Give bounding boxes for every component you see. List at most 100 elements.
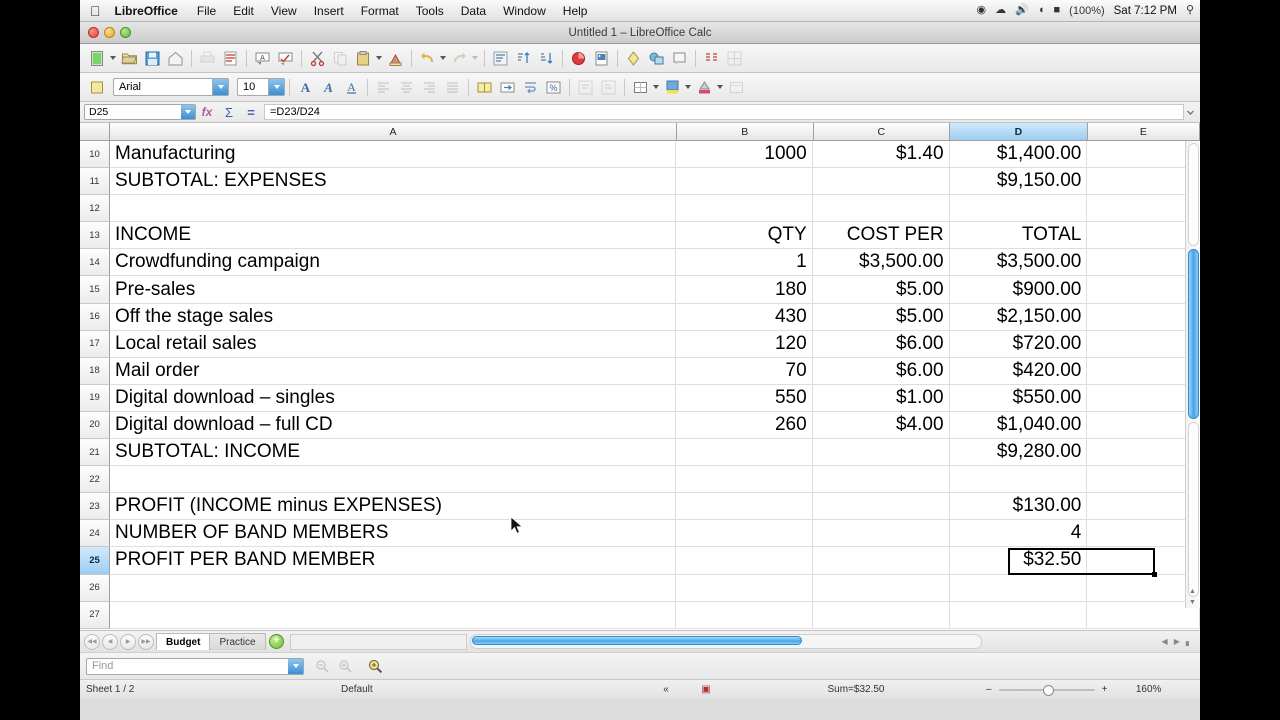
cell-C10[interactable]: $1.40 bbox=[813, 141, 950, 167]
cell-D23[interactable]: $130.00 bbox=[950, 493, 1088, 519]
row-header-12[interactable]: 12 bbox=[80, 195, 110, 222]
table-row[interactable]: Mail order70$6.00$420.00 bbox=[110, 358, 1200, 385]
table-row[interactable]: PROFIT PER BAND MEMBER$32.50 bbox=[110, 547, 1200, 574]
cell-D27[interactable] bbox=[950, 602, 1088, 628]
format-as-currency-icon[interactable]: % bbox=[543, 77, 564, 98]
scroll-down-arrow-icon[interactable]: ▼ bbox=[1185, 597, 1200, 608]
table-row[interactable]: Digital download – singles550$1.00$550.0… bbox=[110, 385, 1200, 412]
borders-icon[interactable] bbox=[630, 77, 651, 98]
cell-A10[interactable]: Manufacturing bbox=[110, 141, 676, 167]
menu-clock[interactable]: Sat 7:12 PM bbox=[1114, 5, 1177, 17]
insert-special-character-icon[interactable] bbox=[623, 48, 644, 69]
cell-A24[interactable]: NUMBER OF BAND MEMBERS bbox=[110, 520, 676, 546]
spelling-icon[interactable]: A bbox=[252, 48, 273, 69]
cell-B14[interactable]: 1 bbox=[676, 249, 813, 275]
background-color-icon[interactable] bbox=[662, 77, 683, 98]
menu-view[interactable]: View bbox=[271, 5, 297, 17]
apple-logo-icon[interactable]:  bbox=[90, 4, 101, 18]
scroll-track-above[interactable] bbox=[1188, 143, 1199, 246]
cell-A11[interactable]: SUBTOTAL: EXPENSES bbox=[110, 168, 676, 194]
cell-A23[interactable]: PROFIT (INCOME minus EXPENSES) bbox=[110, 493, 676, 519]
hyperlink-icon[interactable] bbox=[646, 48, 667, 69]
cell-E19[interactable] bbox=[1087, 385, 1200, 411]
cell-D20[interactable]: $1,040.00 bbox=[950, 412, 1088, 438]
sort-icon[interactable] bbox=[490, 48, 511, 69]
cell-B12[interactable] bbox=[676, 195, 813, 221]
cell-A12[interactable] bbox=[110, 195, 676, 221]
formula-input-line[interactable]: =D23/D24 bbox=[264, 104, 1184, 120]
cell-D12[interactable] bbox=[950, 195, 1088, 221]
selection-mode-icon[interactable]: « bbox=[646, 680, 686, 699]
open-icon[interactable] bbox=[119, 48, 140, 69]
row-header-21[interactable]: 21 bbox=[80, 439, 110, 466]
indent-increase-icon[interactable] bbox=[575, 77, 596, 98]
cell-C27[interactable] bbox=[813, 602, 950, 628]
row-header-10[interactable]: 10 bbox=[80, 141, 110, 168]
column-header-e[interactable]: E bbox=[1088, 123, 1200, 141]
cell-E13[interactable] bbox=[1087, 222, 1200, 248]
italic-icon[interactable]: A bbox=[318, 77, 339, 98]
cell-A19[interactable]: Digital download – singles bbox=[110, 385, 676, 411]
first-sheet-button[interactable]: ◀◀ bbox=[84, 634, 100, 650]
scroll-up-arrow-icon[interactable]: ▲ bbox=[1185, 586, 1200, 597]
table-row[interactable]: PROFIT (INCOME minus EXPENSES) $130.00 bbox=[110, 493, 1200, 520]
cell-B16[interactable]: 430 bbox=[676, 304, 813, 330]
cell-E24[interactable] bbox=[1087, 520, 1200, 546]
cell-B19[interactable]: 550 bbox=[676, 385, 813, 411]
cell-B15[interactable]: 180 bbox=[676, 276, 813, 302]
menu-file[interactable]: File bbox=[197, 5, 216, 17]
merge-cells-icon[interactable] bbox=[474, 77, 495, 98]
cell-B20[interactable]: 260 bbox=[676, 412, 813, 438]
cell-B25[interactable] bbox=[676, 547, 813, 573]
insert-image-icon[interactable] bbox=[591, 48, 612, 69]
split-handle-icon[interactable]: ▖ bbox=[1186, 637, 1192, 646]
fill-handle[interactable] bbox=[1152, 572, 1157, 577]
font-size-dropdown-icon[interactable] bbox=[268, 79, 284, 95]
sheet-tab-practice[interactable]: Practice bbox=[209, 633, 265, 650]
cell-B23[interactable] bbox=[676, 493, 813, 519]
cell-E12[interactable] bbox=[1087, 195, 1200, 221]
conditional-formatting-icon[interactable] bbox=[726, 77, 747, 98]
wrap-text-icon[interactable] bbox=[520, 77, 541, 98]
save-icon[interactable] bbox=[142, 48, 163, 69]
next-sheet-button[interactable]: ▶ bbox=[120, 634, 136, 650]
cell-A14[interactable]: Crowdfunding campaign bbox=[110, 249, 676, 275]
cell-C26[interactable] bbox=[813, 575, 950, 601]
cell-D19[interactable]: $550.00 bbox=[950, 385, 1088, 411]
table-row[interactable]: INCOMEQTYCOST PERTOTAL bbox=[110, 222, 1200, 249]
undo-icon[interactable] bbox=[417, 48, 438, 69]
cell-E14[interactable] bbox=[1087, 249, 1200, 275]
row-header-22[interactable]: 22 bbox=[80, 466, 110, 493]
vertical-scroll-thumb[interactable] bbox=[1188, 249, 1199, 419]
undo-dropdown-icon[interactable] bbox=[440, 56, 446, 60]
find-input[interactable] bbox=[87, 659, 288, 673]
cell-C19[interactable]: $1.00 bbox=[813, 385, 950, 411]
cell-D22[interactable] bbox=[950, 466, 1088, 492]
column-header-a[interactable]: A bbox=[110, 123, 677, 141]
zoom-out-button[interactable]: – bbox=[986, 680, 992, 699]
row-header-25[interactable]: 25 bbox=[80, 547, 110, 574]
cell-C21[interactable] bbox=[813, 439, 950, 465]
cell-E27[interactable] bbox=[1087, 602, 1200, 628]
font-name-combo[interactable]: Arial bbox=[113, 78, 229, 96]
cell-B13[interactable]: QTY bbox=[676, 222, 813, 248]
cell-A18[interactable]: Mail order bbox=[110, 358, 676, 384]
cell-A16[interactable]: Off the stage sales bbox=[110, 304, 676, 330]
sum-icon[interactable]: Σ bbox=[218, 105, 240, 120]
formula-equals-icon[interactable]: = bbox=[240, 105, 262, 120]
menu-tools[interactable]: Tools bbox=[416, 5, 444, 17]
bold-icon[interactable]: A bbox=[295, 77, 316, 98]
column-header-b[interactable]: B bbox=[677, 123, 814, 141]
cell-E20[interactable] bbox=[1087, 412, 1200, 438]
export-pdf-icon[interactable] bbox=[165, 48, 186, 69]
cell-C25[interactable] bbox=[813, 547, 950, 573]
row-header-19[interactable]: 19 bbox=[80, 385, 110, 412]
scroll-left-arrow-icon[interactable]: ◀ bbox=[1162, 637, 1168, 646]
background-color-dropdown-icon[interactable] bbox=[685, 85, 691, 89]
font-color-dropdown-icon[interactable] bbox=[717, 85, 723, 89]
paragraph-style-icon[interactable] bbox=[87, 77, 108, 98]
cell-E26[interactable] bbox=[1087, 575, 1200, 601]
column-header-d[interactable]: D bbox=[950, 123, 1088, 141]
cell-A22[interactable] bbox=[110, 466, 676, 492]
row-header-18[interactable]: 18 bbox=[80, 358, 110, 385]
